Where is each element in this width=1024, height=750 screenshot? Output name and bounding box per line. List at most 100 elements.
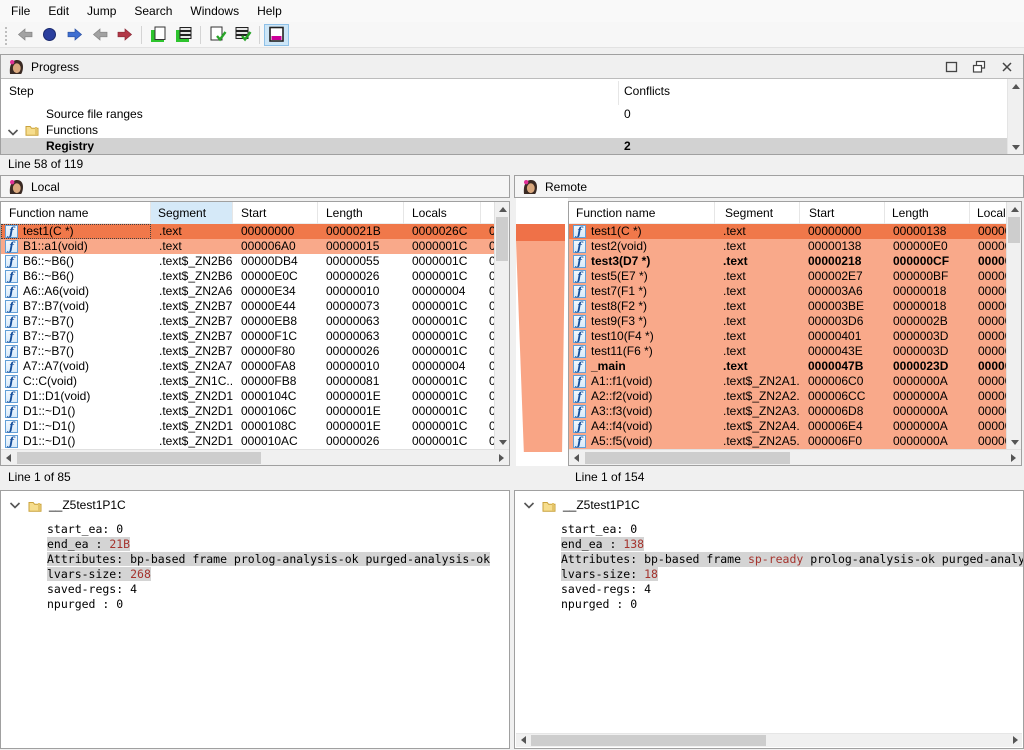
function-name-cell[interactable]: ƒtest9(F3 *) xyxy=(569,314,715,329)
table-row[interactable]: ƒD1::~D1().text$_ZN2D1...0000106C0000001… xyxy=(1,404,494,419)
local-detail-tree-item[interactable]: __Z5test1P1C xyxy=(9,498,126,512)
origin-button[interactable] xyxy=(37,24,62,46)
function-name-cell[interactable]: ƒA4::f4(void) xyxy=(569,419,715,434)
column-header-function-name[interactable]: Function name xyxy=(569,202,715,224)
function-name-cell[interactable]: ƒtest7(F1 *) xyxy=(569,284,715,299)
table-row[interactable]: ƒC::C(void).text$_ZN1C...00000FB80000008… xyxy=(1,374,494,389)
table-row[interactable]: ƒtest10(F4 *).text000004010000003D00000 xyxy=(569,329,1006,344)
function-name-cell[interactable]: ƒtest11(F6 *) xyxy=(569,344,715,359)
accept-list-button[interactable] xyxy=(230,24,255,46)
chevron-down-icon[interactable] xyxy=(9,501,21,510)
remote-vertical-scrollbar[interactable] xyxy=(1006,202,1021,449)
table-row[interactable]: ƒA2::f2(void).text$_ZN2A2...000006CC0000… xyxy=(569,389,1006,404)
table-row[interactable]: ƒtest1(C *).text000000000000013800000 xyxy=(569,224,1006,239)
function-name-cell[interactable]: ƒB7::~B7() xyxy=(1,344,151,359)
function-name-cell[interactable]: ƒD1::D1(void) xyxy=(1,389,151,404)
remote-diff-map[interactable] xyxy=(516,198,568,466)
function-name-cell[interactable]: ƒA6::A6(void) xyxy=(1,284,151,299)
scroll-up-button[interactable] xyxy=(495,202,510,216)
function-name-cell[interactable]: ƒB6::~B6() xyxy=(1,254,151,269)
local-horizontal-scrollbar[interactable] xyxy=(1,449,509,465)
function-name-cell[interactable]: ƒ_main xyxy=(569,359,715,374)
scrollbar-thumb[interactable] xyxy=(531,735,766,746)
function-name-cell[interactable]: ƒB6::~B6() xyxy=(1,269,151,284)
function-name-cell[interactable]: ƒtest10(F4 *) xyxy=(569,329,715,344)
table-row[interactable]: ƒA6::A6(void).text$_ZN2A6...00000E340000… xyxy=(1,284,494,299)
column-separator[interactable] xyxy=(618,81,619,105)
chevron-down-icon[interactable] xyxy=(523,501,535,510)
function-name-cell[interactable]: ƒA7::A7(void) xyxy=(1,359,151,374)
function-name-cell[interactable]: ƒB7::B7(void) xyxy=(1,299,151,314)
function-name-cell[interactable]: ƒtest5(E7 *) xyxy=(569,269,715,284)
table-row[interactable]: ƒB7::~B7().text$_ZN2B7...00000EB80000006… xyxy=(1,314,494,329)
nav-forward-button[interactable] xyxy=(62,24,87,46)
menu-windows[interactable]: Windows xyxy=(181,1,248,21)
nav-back-button[interactable] xyxy=(12,24,37,46)
progress-row[interactable]: Registry2 xyxy=(1,138,1007,154)
scroll-down-button[interactable] xyxy=(1007,435,1022,449)
prev-diff-button[interactable] xyxy=(87,24,112,46)
column-header-start[interactable]: Start xyxy=(800,202,885,224)
scroll-down-button[interactable] xyxy=(495,435,510,449)
scrollbar-thumb[interactable] xyxy=(585,452,790,464)
menu-edit[interactable]: Edit xyxy=(39,1,78,21)
scroll-right-button[interactable] xyxy=(494,451,509,465)
column-header-clipped[interactable] xyxy=(481,202,494,224)
float-window-button[interactable] xyxy=(942,59,960,74)
table-row[interactable]: ƒB7::~B7().text$_ZN2B7...00000F800000002… xyxy=(1,344,494,359)
table-row[interactable]: ƒB6::~B6().text$_ZN2B6...00000E0C0000002… xyxy=(1,269,494,284)
merge-view-button[interactable] xyxy=(264,24,289,46)
scroll-left-button[interactable] xyxy=(516,734,530,746)
table-row[interactable]: ƒ_main.text0000047B0000023D00000 xyxy=(569,359,1006,374)
table-row[interactable]: ƒtest3(D7 *).text00000218000000CF00000 xyxy=(569,254,1006,269)
remote-detail-horizontal-scrollbar[interactable] xyxy=(516,733,1022,747)
function-name-cell[interactable]: ƒC::C(void) xyxy=(1,374,151,389)
table-row[interactable]: ƒtest5(E7 *).text000002E7000000BF00000 xyxy=(569,269,1006,284)
table-row[interactable]: ƒtest11(F6 *).text0000043E0000003D00000 xyxy=(569,344,1006,359)
function-name-cell[interactable]: ƒtest1(C *) xyxy=(1,224,151,239)
menu-help[interactable]: Help xyxy=(248,1,291,21)
table-row[interactable]: ƒB1::a1(void).text000006A000000015000000… xyxy=(1,239,494,254)
table-row[interactable]: ƒB7::B7(void).text$_ZN2B7...00000E440000… xyxy=(1,299,494,314)
column-header-locals[interactable]: Locals xyxy=(970,202,1006,224)
function-name-cell[interactable]: ƒA5::f5(void) xyxy=(569,434,715,449)
table-row[interactable]: ƒB6::~B6().text$_ZN2B6...00000DB40000005… xyxy=(1,254,494,269)
function-name-cell[interactable]: ƒB7::~B7() xyxy=(1,314,151,329)
remote-pane-titlebar[interactable]: Remote xyxy=(514,175,1024,198)
table-row[interactable]: ƒD1::~D1().text$_ZN2D1...0000108C0000001… xyxy=(1,419,494,434)
remote-horizontal-scrollbar[interactable] xyxy=(569,449,1021,465)
function-name-cell[interactable]: ƒB1::a1(void) xyxy=(1,239,151,254)
close-window-button[interactable] xyxy=(998,59,1016,74)
table-row[interactable]: ƒD1::~D1().text$_ZN2D1...000010AC0000002… xyxy=(1,434,494,449)
table-row[interactable]: ƒA4::f4(void).text$_ZN2A4...000006E40000… xyxy=(569,419,1006,434)
scroll-up-button[interactable] xyxy=(1008,79,1023,93)
function-name-cell[interactable]: ƒtest8(F2 *) xyxy=(569,299,715,314)
next-diff-button[interactable] xyxy=(112,24,137,46)
column-header-segment[interactable]: Segment xyxy=(151,202,233,224)
function-name-cell[interactable]: ƒtest1(C *) xyxy=(569,224,715,239)
local-vertical-scrollbar[interactable] xyxy=(494,202,509,449)
restore-window-button[interactable] xyxy=(970,59,988,74)
function-name-cell[interactable]: ƒA1::f1(void) xyxy=(569,374,715,389)
column-header-length[interactable]: Length xyxy=(318,202,404,224)
menu-file[interactable]: File xyxy=(2,1,39,21)
scrollbar-thumb[interactable] xyxy=(496,217,508,261)
table-row[interactable]: ƒtest7(F1 *).text000003A60000001800000 xyxy=(569,284,1006,299)
column-header-length[interactable]: Length xyxy=(885,202,970,224)
scroll-down-button[interactable] xyxy=(1008,140,1023,154)
accept-page-button[interactable] xyxy=(205,24,230,46)
progress-row[interactable]: Source file ranges0 xyxy=(1,106,1007,122)
table-row[interactable]: ƒtest8(F2 *).text000003BE0000001800000 xyxy=(569,299,1006,314)
function-name-cell[interactable]: ƒtest2(void) xyxy=(569,239,715,254)
function-name-cell[interactable]: ƒB7::~B7() xyxy=(1,329,151,344)
column-header-conflicts[interactable]: Conflicts xyxy=(624,84,670,98)
function-name-cell[interactable]: ƒA3::f3(void) xyxy=(569,404,715,419)
column-header-segment[interactable]: Segment xyxy=(715,202,800,224)
table-row[interactable]: ƒA1::f1(void).text$_ZN2A1...000006C00000… xyxy=(569,374,1006,389)
table-row[interactable]: ƒA7::A7(void).text$_ZN2A7...00000FA80000… xyxy=(1,359,494,374)
column-header-locals[interactable]: Locals xyxy=(404,202,481,224)
scroll-left-button[interactable] xyxy=(569,451,584,465)
scroll-up-button[interactable] xyxy=(1007,202,1022,216)
table-row[interactable]: ƒtest1(C *).text000000000000021B0000026C… xyxy=(1,224,494,239)
menu-jump[interactable]: Jump xyxy=(78,1,125,21)
